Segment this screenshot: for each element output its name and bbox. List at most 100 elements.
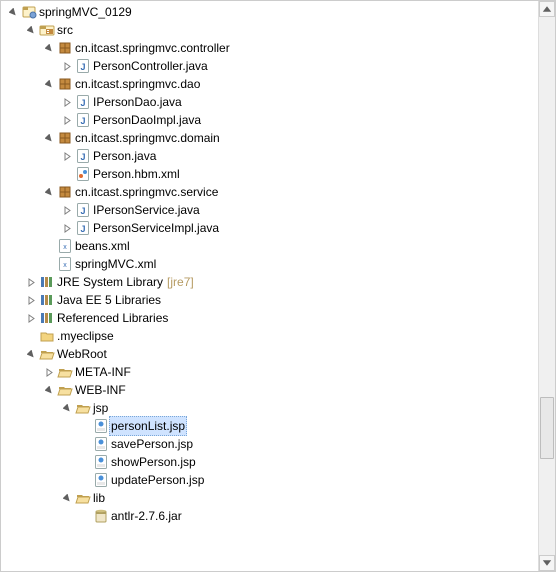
tree-item[interactable]: cn.itcast.springmvc.dao bbox=[1, 75, 539, 93]
tree-item[interactable]: cn.itcast.springmvc.domain bbox=[1, 129, 539, 147]
scrollbar-thumb[interactable] bbox=[540, 397, 554, 459]
tree-item-label: cn.itcast.springmvc.controller bbox=[73, 39, 232, 57]
tree-item[interactable]: cn.itcast.springmvc.controller bbox=[1, 39, 539, 57]
tree-item-label: META-INF bbox=[73, 363, 133, 381]
xml-icon bbox=[57, 238, 73, 254]
expand-collapse-icon[interactable] bbox=[59, 202, 75, 218]
tree-item[interactable]: springMVC_0129 bbox=[1, 3, 539, 21]
lib-icon bbox=[39, 310, 55, 326]
tree-item-label: springMVC.xml bbox=[73, 255, 158, 273]
tree-item-label: personList.jsp bbox=[109, 416, 187, 436]
tree-item-label: lib bbox=[91, 489, 107, 507]
scroll-up-button[interactable] bbox=[539, 1, 555, 17]
tree-item-label: savePerson.jsp bbox=[109, 435, 195, 453]
package-icon bbox=[57, 76, 73, 92]
java-icon bbox=[75, 202, 91, 218]
expand-collapse-icon[interactable] bbox=[59, 112, 75, 128]
tree-item[interactable]: savePerson.jsp bbox=[1, 435, 539, 453]
tree-item-label: PersonServiceImpl.java bbox=[91, 219, 221, 237]
xml-icon bbox=[57, 256, 73, 272]
jsp-icon bbox=[93, 454, 109, 470]
tree-item[interactable]: PersonController.java bbox=[1, 57, 539, 75]
tree-item[interactable]: Java EE 5 Libraries bbox=[1, 291, 539, 309]
expand-collapse-icon[interactable] bbox=[59, 400, 75, 416]
tree-item-label: PersonDaoImpl.java bbox=[91, 111, 203, 129]
tree-item[interactable]: PersonDaoImpl.java bbox=[1, 111, 539, 129]
tree-item[interactable]: .myeclipse bbox=[1, 327, 539, 345]
java-icon bbox=[75, 58, 91, 74]
java-icon bbox=[75, 112, 91, 128]
srcfolder-icon bbox=[39, 22, 55, 38]
tree-item[interactable]: WebRoot bbox=[1, 345, 539, 363]
expand-collapse-icon[interactable] bbox=[59, 490, 75, 506]
tree-item[interactable]: springMVC.xml bbox=[1, 255, 539, 273]
tree-item[interactable]: personList.jsp bbox=[1, 417, 539, 435]
tree-item[interactable]: WEB-INF bbox=[1, 381, 539, 399]
java-icon bbox=[75, 220, 91, 236]
package-icon bbox=[57, 184, 73, 200]
tree-item-label: src bbox=[55, 21, 75, 39]
project-icon bbox=[21, 4, 37, 20]
folderopen-icon bbox=[75, 490, 91, 506]
tree-item-label: springMVC_0129 bbox=[37, 3, 134, 21]
jsp-icon bbox=[93, 472, 109, 488]
tree-item-label: JRE System Library bbox=[55, 273, 165, 291]
expand-collapse-icon[interactable] bbox=[5, 4, 21, 20]
jsp-icon bbox=[93, 436, 109, 452]
tree-item[interactable]: jsp bbox=[1, 399, 539, 417]
expand-collapse-icon[interactable] bbox=[41, 364, 57, 380]
folder-icon bbox=[39, 328, 55, 344]
tree-item-label: updatePerson.jsp bbox=[109, 471, 206, 489]
tree-item-label: Person.java bbox=[91, 147, 158, 165]
java-icon bbox=[75, 148, 91, 164]
expand-collapse-icon[interactable] bbox=[41, 382, 57, 398]
vertical-scrollbar[interactable] bbox=[538, 1, 555, 571]
tree-scroll-area: springMVC_0129srccn.itcast.springmvc.con… bbox=[1, 1, 539, 571]
scrollbar-track[interactable] bbox=[539, 17, 555, 555]
tree-item[interactable]: updatePerson.jsp bbox=[1, 471, 539, 489]
tree-item[interactable]: antlr-2.7.6.jar bbox=[1, 507, 539, 525]
expand-collapse-icon[interactable] bbox=[41, 76, 57, 92]
expand-collapse-icon[interactable] bbox=[41, 184, 57, 200]
folderopen-icon bbox=[57, 382, 73, 398]
expand-collapse-icon[interactable] bbox=[23, 346, 39, 362]
scroll-down-button[interactable] bbox=[539, 555, 555, 571]
tree-item-label: cn.itcast.springmvc.domain bbox=[73, 129, 222, 147]
tree-item[interactable]: showPerson.jsp bbox=[1, 453, 539, 471]
expand-collapse-icon[interactable] bbox=[41, 130, 57, 146]
tree-item[interactable]: Referenced Libraries bbox=[1, 309, 539, 327]
expand-collapse-icon[interactable] bbox=[59, 94, 75, 110]
tree-item-label: beans.xml bbox=[73, 237, 132, 255]
tree-item-label: Person.hbm.xml bbox=[91, 165, 182, 183]
expand-collapse-icon[interactable] bbox=[23, 292, 39, 308]
project-tree[interactable]: springMVC_0129srccn.itcast.springmvc.con… bbox=[1, 1, 539, 525]
tree-item[interactable]: Person.hbm.xml bbox=[1, 165, 539, 183]
tree-item-label: showPerson.jsp bbox=[109, 453, 198, 471]
tree-item-label: jsp bbox=[91, 399, 110, 417]
tree-item[interactable]: beans.xml bbox=[1, 237, 539, 255]
tree-item[interactable]: IPersonDao.java bbox=[1, 93, 539, 111]
tree-item-label: .myeclipse bbox=[55, 327, 116, 345]
expand-collapse-icon[interactable] bbox=[41, 40, 57, 56]
package-explorer: springMVC_0129srccn.itcast.springmvc.con… bbox=[0, 0, 556, 572]
folderopen-icon bbox=[39, 346, 55, 362]
expand-collapse-icon[interactable] bbox=[23, 22, 39, 38]
tree-item[interactable]: PersonServiceImpl.java bbox=[1, 219, 539, 237]
tree-item-label: Java EE 5 Libraries bbox=[55, 291, 163, 309]
expand-collapse-icon[interactable] bbox=[59, 220, 75, 236]
expand-collapse-icon[interactable] bbox=[23, 310, 39, 326]
tree-item[interactable]: Person.java bbox=[1, 147, 539, 165]
tree-item-label: cn.itcast.springmvc.service bbox=[73, 183, 220, 201]
tree-item[interactable]: src bbox=[1, 21, 539, 39]
tree-item[interactable]: lib bbox=[1, 489, 539, 507]
expand-collapse-icon[interactable] bbox=[23, 274, 39, 290]
tree-item[interactable]: cn.itcast.springmvc.service bbox=[1, 183, 539, 201]
tree-item[interactable]: META-INF bbox=[1, 363, 539, 381]
tree-item-label: IPersonDao.java bbox=[91, 93, 184, 111]
tree-item[interactable]: JRE System Library[jre7] bbox=[1, 273, 539, 291]
tree-item[interactable]: IPersonService.java bbox=[1, 201, 539, 219]
expand-collapse-icon[interactable] bbox=[59, 148, 75, 164]
expand-collapse-icon[interactable] bbox=[59, 58, 75, 74]
package-icon bbox=[57, 40, 73, 56]
java-icon bbox=[75, 94, 91, 110]
